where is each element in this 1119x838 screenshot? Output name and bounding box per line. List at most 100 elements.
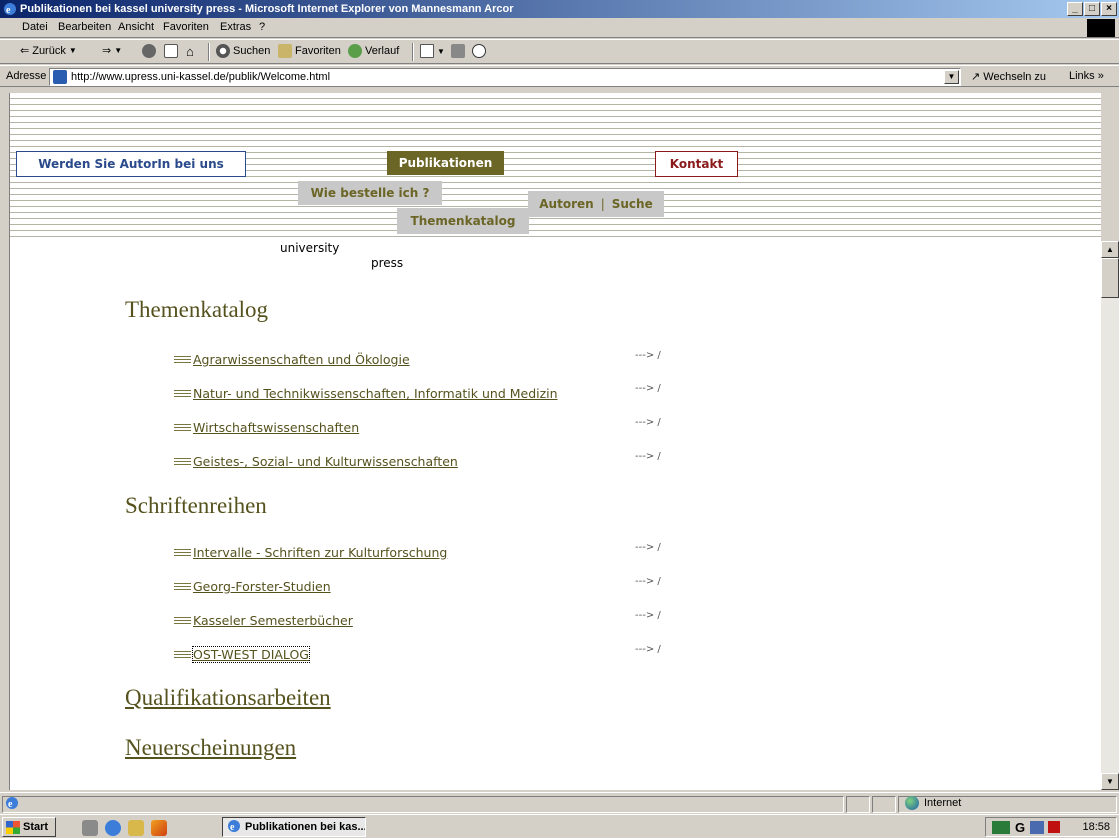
status-text-panel	[2, 796, 844, 813]
list-bullet-icon	[174, 651, 191, 658]
print-button[interactable]	[451, 44, 465, 58]
arrow-label: ---> /	[635, 383, 661, 394]
link-intervalle[interactable]: Intervalle - Schriften zur Kulturforschu…	[193, 545, 447, 560]
clock[interactable]: 18:58	[1082, 821, 1110, 833]
nav-kontakt[interactable]: Kontakt	[655, 151, 738, 177]
chevron-down-icon: ▼	[68, 46, 77, 55]
list-bullet-icon	[174, 356, 191, 363]
network-icon[interactable]	[992, 820, 1010, 834]
nav-wie-bestelle-ich[interactable]: Wie bestelle ich ?	[298, 181, 442, 205]
logo-press: press	[371, 256, 404, 270]
stop-button[interactable]	[142, 44, 156, 58]
maximize-button[interactable]: □	[1084, 2, 1100, 16]
list-bullet-icon	[174, 390, 191, 397]
list-bullet-icon	[174, 458, 191, 465]
arrow-label: ---> /	[635, 417, 661, 428]
chevron-down-icon: ▼	[437, 46, 445, 56]
address-input[interactable]: http://www.upress.uni-kassel.de/publik/W…	[49, 68, 961, 86]
link-ost-west-dialog[interactable]: OST-WEST DIALOG	[192, 646, 310, 663]
windows-logo-icon	[1087, 19, 1115, 37]
nav-autoren[interactable]: Autoren	[539, 197, 593, 211]
status-panel	[872, 796, 896, 813]
svg-text:e: e	[6, 5, 11, 16]
internet-explorer-icon: e	[227, 819, 241, 836]
favorites-icon	[278, 44, 292, 58]
globe-icon	[905, 796, 919, 810]
list-item: Wirtschaftswissenschaften	[174, 420, 359, 435]
section-heading-themenkatalog: Themenkatalog	[125, 297, 269, 322]
link-neuerscheinungen[interactable]: Neuerscheinungen	[125, 735, 296, 761]
search-icon	[216, 44, 230, 58]
arrow-label: ---> /	[635, 542, 661, 553]
go-button[interactable]: ↗ Wechseln zu	[971, 70, 1046, 83]
logo-university: university	[280, 241, 340, 255]
link-geisteswissenschaften[interactable]: Geistes-, Sozial- und Kulturwissenschaft…	[193, 454, 458, 469]
link-wirtschaftswissenschaften[interactable]: Wirtschaftswissenschaften	[193, 420, 359, 435]
address-bar: Adresse http://www.upress.uni-kassel.de/…	[0, 65, 1119, 87]
favorites-button[interactable]: Favoriten	[278, 44, 341, 58]
media-player-icon[interactable]	[151, 820, 167, 836]
links-button[interactable]: Links »	[1069, 70, 1104, 82]
menu-ansicht[interactable]: Ansicht	[118, 21, 154, 33]
svg-text:e: e	[230, 822, 235, 833]
windows-flag-icon	[6, 820, 20, 834]
scroll-down-icon[interactable]: ▼	[1101, 773, 1119, 790]
system-tray: G 18:58	[985, 817, 1117, 837]
menu-help[interactable]: ?	[259, 21, 265, 33]
link-georg-forster-studien[interactable]: Georg-Forster-Studien	[193, 579, 331, 594]
home-button[interactable]: ⌂	[186, 44, 194, 59]
menu-datei[interactable]: Datei	[22, 21, 48, 33]
list-item: Natur- und Technikwissenschaften, Inform…	[174, 386, 558, 401]
nav-suche[interactable]: Suche	[612, 197, 653, 211]
scroll-up-icon[interactable]: ▲	[1101, 241, 1119, 258]
internet-explorer-icon[interactable]	[105, 820, 121, 836]
outlook-express-icon[interactable]	[128, 820, 144, 836]
security-zone: Internet	[905, 796, 961, 810]
menu-extras[interactable]: Extras	[220, 21, 251, 33]
link-agrarwissenschaften[interactable]: Agrarwissenschaften und Ökologie	[193, 352, 410, 367]
chevron-down-icon[interactable]: ▼	[944, 70, 959, 84]
messenger-button[interactable]	[472, 44, 486, 58]
forward-button[interactable]: ⇒ ▼	[102, 44, 122, 57]
chevron-down-icon: ▼	[114, 46, 123, 55]
show-desktop-icon[interactable]	[82, 820, 98, 836]
list-item: Agrarwissenschaften und Ökologie	[174, 352, 410, 367]
nav-publikationen[interactable]: Publikationen	[387, 151, 504, 175]
list-item: Geistes-, Sozial- und Kulturwissenschaft…	[174, 454, 458, 469]
list-item: Georg-Forster-Studien	[174, 579, 331, 594]
arrow-label: ---> /	[635, 576, 661, 587]
search-button[interactable]: Suchen	[216, 44, 270, 58]
history-button[interactable]: Verlauf	[348, 44, 399, 58]
tray-g-icon[interactable]: G	[1015, 820, 1025, 835]
link-kasseler-semesterbuecher[interactable]: Kasseler Semesterbücher	[193, 613, 353, 628]
print-icon	[451, 44, 465, 58]
mail-button[interactable]: ▼	[420, 44, 445, 58]
minimize-button[interactable]: _	[1067, 2, 1083, 16]
menu-bearbeiten[interactable]: Bearbeiten	[58, 21, 111, 33]
link-naturwissenschaften[interactable]: Natur- und Technikwissenschaften, Inform…	[193, 386, 558, 401]
nav-autoren-suche: Autoren | Suche	[528, 191, 664, 217]
close-button[interactable]: ×	[1101, 2, 1117, 16]
arrow-label: ---> /	[635, 350, 661, 361]
nav-themenkatalog[interactable]: Themenkatalog	[397, 208, 529, 234]
start-button[interactable]: Start	[2, 817, 56, 837]
link-qualifikationsarbeiten[interactable]: Qualifikationsarbeiten	[125, 685, 331, 711]
refresh-button[interactable]	[164, 44, 178, 58]
mail-icon	[420, 44, 434, 58]
page-icon	[53, 70, 67, 84]
list-item: OST-WEST DIALOG	[174, 646, 310, 663]
menu-bar: Datei Bearbeiten Ansicht Favoriten Extra…	[0, 18, 1119, 38]
nav-autor-werden[interactable]: Werden Sie AutorIn bei uns	[16, 151, 246, 177]
menu-favoriten[interactable]: Favoriten	[163, 21, 209, 33]
history-icon	[348, 44, 362, 58]
tray-app-icon[interactable]	[1030, 820, 1045, 834]
vertical-scrollbar[interactable]: ▲ ▼	[1101, 241, 1119, 790]
section-heading-schriftenreihen: Schriftenreihen	[125, 493, 267, 518]
arrow-label: ---> /	[635, 610, 661, 621]
back-button[interactable]: ⇐ Zurück ▼	[20, 44, 77, 58]
taskbar-task-button[interactable]: e Publikationen bei kas...	[222, 817, 366, 837]
nav-separator: |	[600, 197, 605, 211]
chevron-right-icon: »	[1097, 70, 1104, 82]
scroll-thumb[interactable]	[1101, 258, 1119, 298]
tray-antivirus-icon[interactable]	[1048, 821, 1061, 833]
